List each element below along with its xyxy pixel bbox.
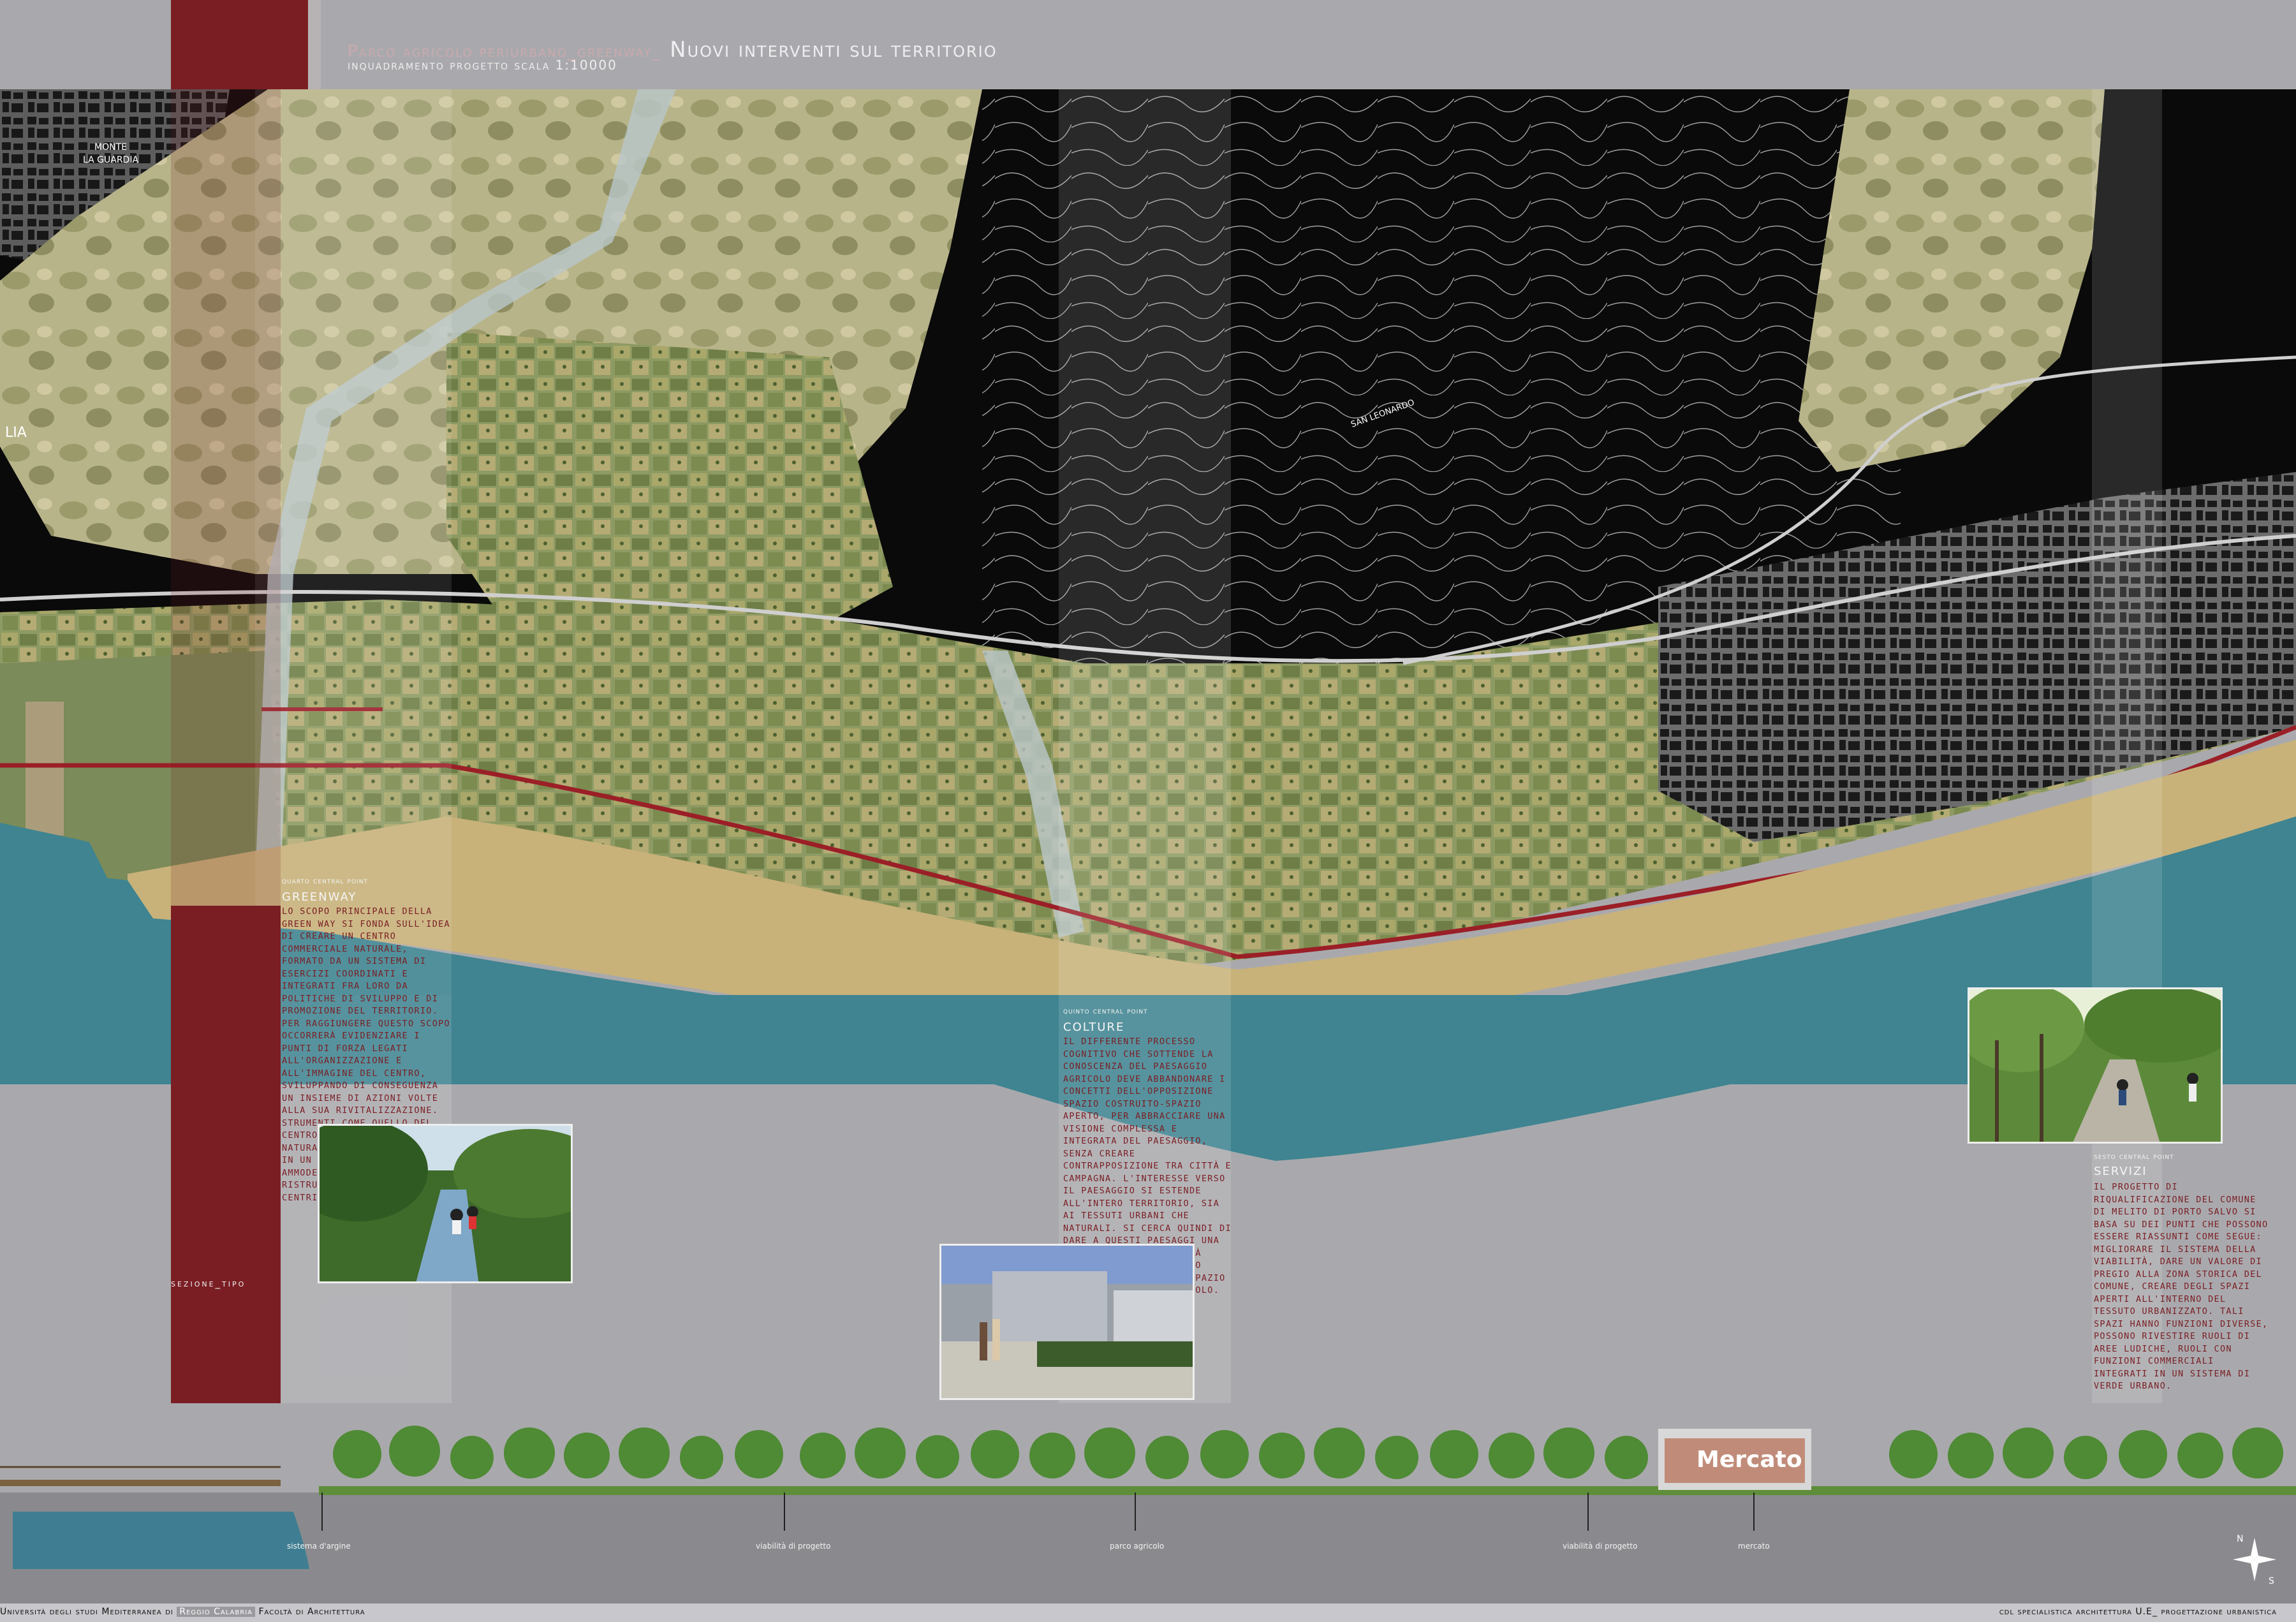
footer-city: Reggio Calabria [177,1607,255,1617]
footer-right: cdl specialistica architettura U.E_ prog… [1999,1607,2277,1617]
market-sign: Mercato [1696,1447,1802,1473]
panel2-label: quinto central point [1063,1006,1148,1016]
canal-water [13,1512,309,1569]
map-label-monte: MONTE [94,142,127,152]
panel3-body: il progetto di riqualificazione del comu… [2094,1182,2269,1391]
panel3-label: sesto central point [2094,1152,2174,1161]
red-band-top [171,89,281,906]
compass-s: S [2269,1576,2274,1586]
bridge-deck [0,1480,281,1486]
panel1-label: quarto central point [282,876,368,886]
panel3-heading: Servizi [2094,1165,2147,1178]
section-elevation: Mercato sistema d'argine viabilità di pr… [0,1403,2296,1606]
footer-faculty: Facoltà di Architettura [258,1607,365,1617]
red-vertical-band [171,906,281,1416]
map-label-la-guardia: LA GUARDIA [83,155,138,165]
footer-university: Università degli studi Mediterranea di [0,1607,173,1617]
section-label: sezione_tipo [171,1278,246,1289]
panel2-heading: Colture [1063,1021,1125,1034]
panel1-heading: Greenway [282,890,357,904]
stripe-d [255,89,452,995]
header-red-band [171,0,308,89]
section-point-4: viabilità di progetto [1563,1542,1637,1551]
page-subtitle: inquadramento progetto scala 1:10000 [348,57,617,73]
port-buildings [26,702,64,836]
header-light-strip [308,0,321,89]
photo-cycle-path [1968,987,2223,1144]
title-big: Nuovi interventi sul territorio [661,37,997,63]
compass-n: N [2237,1534,2243,1544]
section-point-5: mercato [1738,1542,1770,1551]
photo-market-square [939,1244,1195,1400]
grass-line [319,1486,2296,1495]
section-point-2: viabilità di progetto [756,1542,830,1551]
section-point-1: sistema d'argine [287,1542,351,1551]
map-label-lia: LIA [5,425,27,441]
section-point-3: parco agricolo [1110,1542,1164,1551]
photo-greenway-cyclists [318,1124,573,1283]
footer-left: Università degli studi Mediterranea di R… [0,1607,365,1617]
